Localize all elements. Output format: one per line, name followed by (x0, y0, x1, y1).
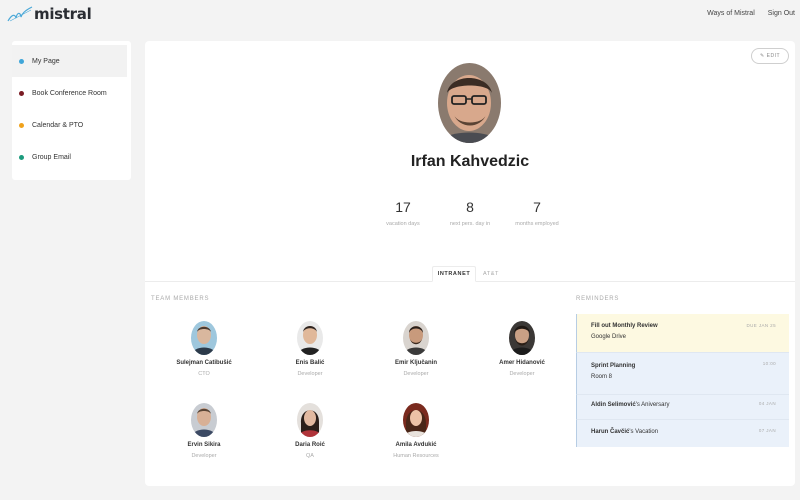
reminder-date: 10:00 (762, 361, 776, 366)
reminder-item[interactable]: Harun Čavčić's Vacation 07 JAN (576, 419, 789, 447)
sidebar-item-book-conference-room[interactable]: Book Conference Room (12, 77, 131, 109)
member-role: Developer (191, 453, 217, 459)
avatar (509, 321, 535, 355)
member-name: Emir Ključanin (394, 360, 437, 366)
tab-att[interactable]: AT&T (479, 266, 503, 282)
reminder-title: Sprint Planning (591, 363, 636, 369)
sidebar-item-label: Book Conference Room (32, 89, 107, 97)
tab-intranet[interactable]: INTRANET (432, 266, 476, 282)
member-name: Ervin Sikira (187, 442, 221, 448)
reminder-person: Harun Čavčić (591, 429, 630, 435)
member-role: CTO (198, 371, 210, 377)
avatar (403, 321, 429, 355)
team-members-title: TEAM MEMBERS (151, 296, 210, 302)
reminder-date: 07 JAN (758, 428, 776, 433)
member-role: Developer (297, 371, 323, 377)
edit-button[interactable]: ✎ EDIT (751, 48, 789, 64)
team-member[interactable]: Amila Avdukić Human Resources (361, 403, 471, 459)
sidebar-item-calendar-pto[interactable]: Calendar & PTO (12, 109, 131, 141)
dot-icon (19, 91, 24, 96)
team-member[interactable]: Ervin Sikira Developer (149, 403, 259, 459)
header-links: Ways of Mistral Sign Out (707, 10, 795, 17)
stat-value: 7 (533, 199, 541, 215)
logo[interactable]: mistral (7, 5, 92, 23)
member-name: Sulejman Catibušić (176, 360, 232, 366)
member-role: Human Resources (393, 453, 439, 459)
reminder-subtitle: Google Drive (591, 334, 627, 340)
avatar (297, 321, 323, 355)
team-member[interactable]: Amer Hidanović Developer (467, 321, 577, 377)
team-member[interactable]: Daria Roić QA (255, 403, 365, 459)
member-role: Developer (403, 371, 429, 377)
reminder-title: Fill out Monthly Review (591, 323, 658, 329)
member-role: Developer (509, 371, 535, 377)
tab-bar: INTRANET AT&T (145, 266, 795, 282)
reminder-date: DUE JAN 25 (746, 323, 776, 328)
reminder-item[interactable]: Sprint Planning Room 8 10:00 (576, 352, 789, 394)
reminder-text: Harun Čavčić's Vacation (591, 429, 658, 435)
team-member[interactable]: Sulejman Catibušić CTO (149, 321, 259, 377)
sidebar-item-my-page[interactable]: My Page (12, 45, 127, 77)
dot-icon (19, 59, 24, 64)
avatar (191, 321, 217, 355)
avatar (438, 63, 501, 143)
stat-months-employed: 7 months employed (497, 199, 577, 227)
profile-card: ✎ EDIT Irfan Kahvedzic 17 vacation days … (145, 41, 795, 486)
sidebar-item-group-email[interactable]: Group Email (12, 141, 131, 173)
logo-text: mistral (34, 5, 92, 23)
sign-out-link[interactable]: Sign Out (768, 10, 795, 17)
member-name: Amila Avdukić (395, 442, 437, 448)
reminder-text: Aldin Selimović's Aniversary (591, 402, 670, 408)
team-member[interactable]: Enis Balić Developer (255, 321, 365, 377)
logo-icon (7, 6, 33, 22)
reminder-item[interactable]: Fill out Monthly Review Google Drive DUE… (576, 314, 789, 352)
dot-icon (19, 155, 24, 160)
reminder-item[interactable]: Aldin Selimović's Aniversary 04 JAN (576, 394, 789, 419)
member-role: QA (306, 453, 314, 459)
dot-icon (19, 123, 24, 128)
profile-name: Irfan Kahvedzic (410, 153, 530, 170)
member-name: Daria Roić (295, 442, 325, 448)
top-bar: mistral Ways of Mistral Sign Out (0, 0, 800, 30)
sidebar-item-label: Group Email (32, 153, 71, 161)
reminder-event: 's Vacation (629, 429, 659, 435)
reminder-subtitle: Room 8 (591, 374, 613, 380)
reminder-date: 04 JAN (758, 401, 776, 406)
pencil-icon: ✎ (759, 53, 765, 59)
team-member[interactable]: Emir Ključanin Developer (361, 321, 471, 377)
avatar (297, 403, 323, 437)
member-name: Enis Balić (295, 360, 325, 366)
reminder-person: Aldin Selimović (591, 402, 636, 408)
sidebar-item-label: My Page (32, 57, 60, 65)
sidebar: My Page Book Conference Room Calendar & … (12, 41, 131, 180)
member-name: Amer Hidanović (499, 360, 545, 366)
edit-label: EDIT (766, 53, 781, 59)
avatar (403, 403, 429, 437)
reminder-event: 's Aniversary (635, 402, 670, 408)
stat-label: months employed (515, 221, 559, 227)
avatar (191, 403, 217, 437)
ways-of-mistral-link[interactable]: Ways of Mistral (707, 10, 755, 17)
reminders-title: REMINDERS (576, 296, 620, 302)
sidebar-item-label: Calendar & PTO (32, 121, 84, 129)
